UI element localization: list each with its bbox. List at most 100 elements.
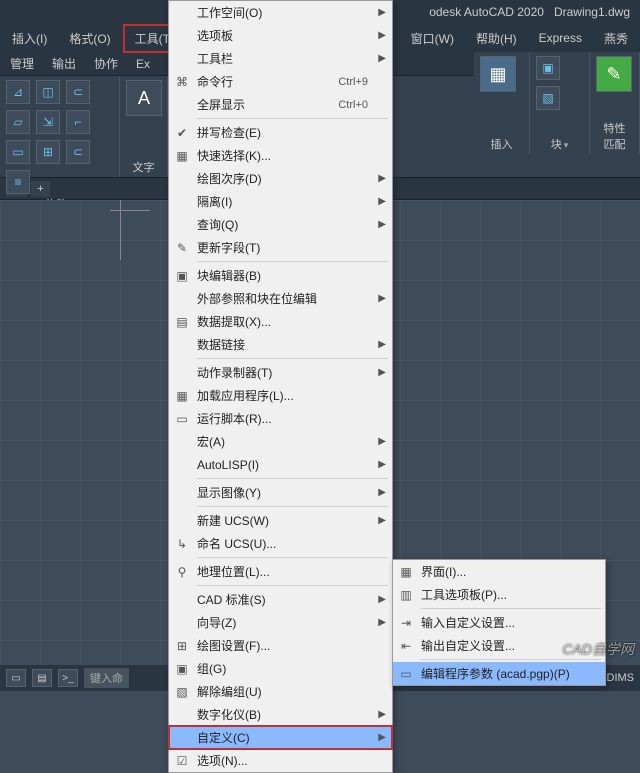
status-model-icon[interactable]: ▭ bbox=[6, 669, 26, 687]
tab-collab[interactable]: 协作 bbox=[86, 53, 126, 74]
file-name: Drawing1.dwg bbox=[554, 5, 630, 19]
submenu-arrow-icon: ▶ bbox=[372, 436, 386, 447]
tools-menu-item[interactable]: ▦加载应用程序(L)... bbox=[169, 384, 392, 407]
tools-menu-item[interactable]: 工具栏▶ bbox=[169, 47, 392, 70]
tools-menu-item[interactable]: 全屏显示Ctrl+0 bbox=[169, 93, 392, 116]
panel-label-block: 块▾ bbox=[536, 134, 583, 152]
tool-icon[interactable]: ≡ bbox=[6, 170, 30, 194]
menu-item-icon: ⊞ bbox=[169, 639, 195, 653]
status-cmd-icon[interactable]: >_ bbox=[58, 669, 78, 687]
tab-output[interactable]: 输出 bbox=[44, 53, 84, 74]
tools-menu-item[interactable]: ⚲地理位置(L)... bbox=[169, 560, 392, 583]
tools-menu-item[interactable]: 绘图次序(D)▶ bbox=[169, 167, 392, 190]
menu-item-label: 地理位置(L)... bbox=[195, 563, 372, 580]
menu-item-label: 输入自定义设置... bbox=[419, 614, 585, 631]
tool-icon[interactable]: ⊂ bbox=[66, 80, 90, 104]
tools-menu-item[interactable]: ▧解除编组(U) bbox=[169, 680, 392, 703]
customize-submenu-item[interactable]: ▦界面(I)... bbox=[393, 560, 605, 583]
tools-menu-item[interactable]: 数据链接▶ bbox=[169, 333, 392, 356]
tools-menu-item[interactable]: ✎更新字段(T) bbox=[169, 236, 392, 259]
menu-help[interactable]: 帮助(H) bbox=[466, 26, 527, 51]
menu-item-icon: ☑ bbox=[169, 754, 195, 768]
tool-icon[interactable]: ⊂ bbox=[66, 140, 90, 164]
tools-menu-separator bbox=[197, 261, 388, 262]
ucs-y-axis bbox=[120, 200, 121, 260]
tools-menu-item[interactable]: 选项板▶ bbox=[169, 24, 392, 47]
ribbon-panel-text: A 文字 bbox=[120, 76, 168, 177]
tools-menu-item[interactable]: CAD 标准(S)▶ bbox=[169, 588, 392, 611]
tools-menu-item[interactable]: ▭运行脚本(R)... bbox=[169, 407, 392, 430]
tools-menu-item[interactable]: 自定义(C)▶ bbox=[169, 726, 392, 749]
menu-insert[interactable]: 插入(I) bbox=[2, 26, 57, 51]
insert-button[interactable]: ▦ bbox=[480, 56, 516, 92]
tools-menu-separator bbox=[197, 118, 388, 119]
tools-menu-item[interactable]: ↳命名 UCS(U)... bbox=[169, 532, 392, 555]
tools-menu-item[interactable]: ▣块编辑器(B) bbox=[169, 264, 392, 287]
block-tool-icon[interactable]: ▣ bbox=[536, 56, 560, 80]
tool-icon[interactable]: ⇲ bbox=[36, 110, 60, 134]
customize-submenu-item[interactable]: ▥工具选项板(P)... bbox=[393, 583, 605, 606]
menu-item-label: 命令行 bbox=[195, 73, 338, 90]
tools-menu-item[interactable]: 新建 UCS(W)▶ bbox=[169, 509, 392, 532]
menu-item-label: 新建 UCS(W) bbox=[195, 512, 372, 529]
tools-menu-item[interactable]: 宏(A)▶ bbox=[169, 430, 392, 453]
menu-item-label: 更新字段(T) bbox=[195, 239, 372, 256]
tools-menu-item[interactable]: 外部参照和块在位编辑▶ bbox=[169, 287, 392, 310]
tab-ex[interactable]: Ex bbox=[128, 55, 158, 73]
tool-icon[interactable]: ▭ bbox=[6, 140, 30, 164]
tools-menu-item[interactable]: 工作空间(O)▶ bbox=[169, 1, 392, 24]
tools-menu-item[interactable]: 动作录制器(T)▶ bbox=[169, 361, 392, 384]
tools-menu-item[interactable]: ▤数据提取(X)... bbox=[169, 310, 392, 333]
tools-menu-item[interactable]: 隔离(I)▶ bbox=[169, 190, 392, 213]
menu-item-label: 全屏显示 bbox=[195, 96, 338, 113]
tools-menu-item[interactable]: ✔拼写检查(E) bbox=[169, 121, 392, 144]
tools-menu-item[interactable]: 数字化仪(B)▶ bbox=[169, 703, 392, 726]
match-props-button[interactable]: ✎ bbox=[596, 56, 632, 92]
menu-item-label: 外部参照和块在位编辑 bbox=[195, 290, 372, 307]
ribbon-panel-props: ✎ 特性 匹配 bbox=[590, 52, 640, 154]
tools-menu-item[interactable]: 显示图像(Y)▶ bbox=[169, 481, 392, 504]
menu-format[interactable]: 格式(O) bbox=[59, 26, 120, 51]
tools-menu-item[interactable]: ▦快速选择(K)... bbox=[169, 144, 392, 167]
tools-menu-item[interactable]: ⊞绘图设置(F)... bbox=[169, 634, 392, 657]
tool-icon[interactable]: ⊞ bbox=[36, 140, 60, 164]
tab-manage[interactable]: 管理 bbox=[2, 53, 42, 74]
menu-yanxiu[interactable]: 燕秀 bbox=[594, 26, 638, 51]
menu-item-icon: ⚲ bbox=[169, 565, 195, 579]
menu-item-icon: ▥ bbox=[393, 588, 419, 602]
text-button[interactable]: A bbox=[126, 80, 162, 116]
command-input[interactable]: 键入命 bbox=[84, 668, 129, 688]
tools-menu-item[interactable]: 查询(Q)▶ bbox=[169, 213, 392, 236]
customize-submenu-separator bbox=[421, 659, 601, 660]
block-tool-icon[interactable]: ▧ bbox=[536, 86, 560, 110]
menu-item-label: 向导(Z) bbox=[195, 614, 372, 631]
tools-menu-item[interactable]: ☑选项(N)... bbox=[169, 749, 392, 772]
customize-submenu-item[interactable]: ⇥输入自定义设置... bbox=[393, 611, 605, 634]
tools-menu-item[interactable]: 向导(Z)▶ bbox=[169, 611, 392, 634]
menu-express[interactable]: Express bbox=[529, 27, 592, 49]
menu-item-label: 自定义(C) bbox=[195, 729, 372, 746]
tools-menu-item[interactable]: ▣组(G) bbox=[169, 657, 392, 680]
menu-item-label: 工具选项板(P)... bbox=[419, 586, 585, 603]
status-layout-icon[interactable]: ▤ bbox=[32, 669, 52, 687]
menu-item-label: 解除编组(U) bbox=[195, 683, 372, 700]
submenu-arrow-icon: ▶ bbox=[372, 709, 386, 720]
submenu-arrow-icon: ▶ bbox=[372, 617, 386, 628]
menu-item-icon: ▤ bbox=[169, 315, 195, 329]
tool-icon[interactable]: ◫ bbox=[36, 80, 60, 104]
watermark: CAD自学网 bbox=[562, 639, 634, 659]
customize-submenu-item[interactable]: ▭编辑程序参数 (acad.pgp)(P) bbox=[393, 662, 605, 685]
menu-item-label: 数字化仪(B) bbox=[195, 706, 372, 723]
ribbon-panel-block: ▣ ▧ 块▾ bbox=[530, 52, 590, 154]
menu-item-label: 命名 UCS(U)... bbox=[195, 535, 372, 552]
submenu-arrow-icon: ▶ bbox=[372, 515, 386, 526]
menu-item-icon: ▣ bbox=[169, 269, 195, 283]
tool-icon[interactable]: ▱ bbox=[6, 110, 30, 134]
tool-icon[interactable]: ⌐ bbox=[66, 110, 90, 134]
menu-window[interactable]: 窗口(W) bbox=[401, 26, 464, 51]
tools-menu-item[interactable]: AutoLISP(I)▶ bbox=[169, 453, 392, 476]
tools-menu-item[interactable]: ⌘命令行Ctrl+9 bbox=[169, 70, 392, 93]
menu-item-icon: ⌘ bbox=[169, 75, 195, 89]
tools-menu-separator bbox=[197, 506, 388, 507]
tool-icon[interactable]: ⊿ bbox=[6, 80, 30, 104]
